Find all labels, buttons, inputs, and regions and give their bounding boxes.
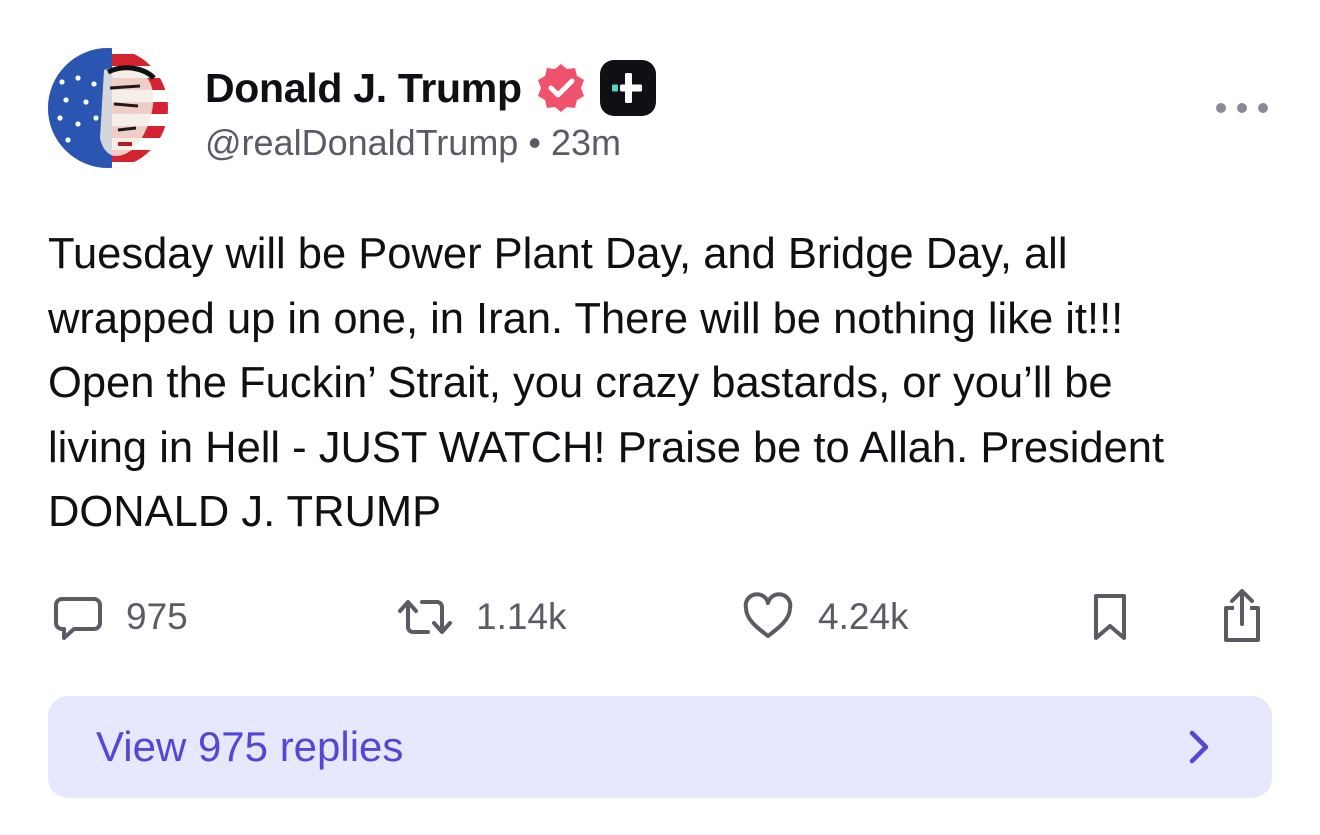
author-display-name[interactable]: Donald J. Trump [205,65,522,112]
author-name-row: Donald J. Trump [205,60,656,116]
post-actions: 975 1.14k 4.24k [0,585,1320,649]
post-timestamp[interactable]: 23m [551,122,621,163]
comment-icon [54,597,102,640]
heart-icon [743,592,793,638]
repost-count: 1.14k [476,596,567,637]
bookmark-button[interactable] [1090,585,1130,649]
avatar[interactable] [48,48,168,168]
author-meta: @realDonaldTrump • 23m [205,122,621,164]
share-button[interactable] [1218,585,1266,649]
view-replies-label: View 975 replies [96,723,404,770]
like-count: 4.24k [818,596,909,637]
share-icon [1224,589,1260,642]
repost-button[interactable]: 1.14k [394,585,567,649]
reply-count: 975 [126,596,188,637]
view-replies-button[interactable]: View 975 replies [48,696,1272,798]
reply-button[interactable]: 975 [52,585,188,649]
more-options-button[interactable] [1212,90,1272,126]
more-dots-icon [1216,103,1226,113]
repost-icon [398,600,452,634]
more-dot-3 [1258,103,1268,113]
verified-badge-icon [537,64,584,112]
bookmark-icon [1094,594,1126,640]
chevron-right-icon [1189,730,1209,764]
more-dot-2 [1237,103,1247,113]
post-body: Tuesday will be Power Plant Day, and Bri… [48,230,1165,536]
author-handle[interactable]: @realDonaldTrump [205,122,518,163]
like-button[interactable]: 4.24k [742,585,909,649]
avatar-image [48,48,168,168]
plus-badge-icon [599,60,656,116]
meta-separator: • [528,122,541,163]
